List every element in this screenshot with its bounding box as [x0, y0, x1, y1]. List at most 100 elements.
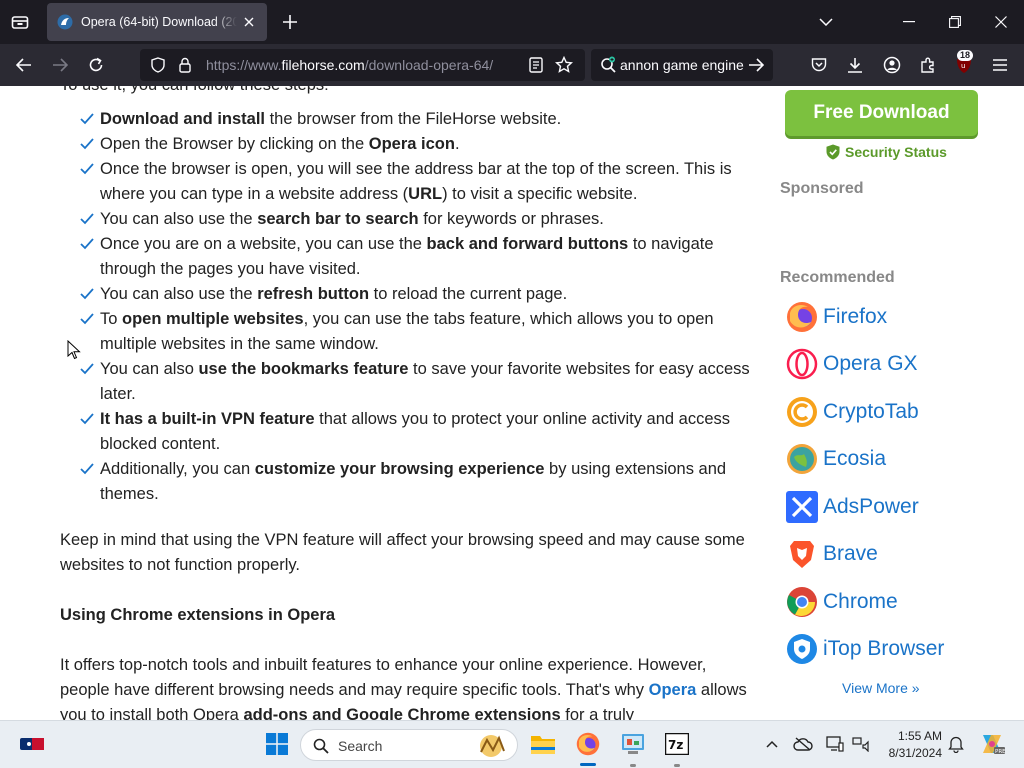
search-icon — [313, 738, 329, 759]
account-icon[interactable] — [880, 53, 904, 77]
display-settings-icon[interactable] — [824, 731, 846, 757]
pocket-icon[interactable] — [807, 53, 831, 77]
web-page: To use it, you can follow these steps: D… — [0, 86, 1024, 720]
go-arrow-icon[interactable] — [748, 58, 765, 77]
search-engine-icon[interactable] — [600, 56, 618, 79]
section-heading: Using Chrome extensions in Opera — [60, 606, 336, 624]
cryptotab-icon — [787, 397, 817, 427]
browser-toolbar: https://www.filehorse.com/download-opera… — [0, 44, 1024, 86]
active-app-indicator — [580, 763, 596, 766]
security-status-label: Security Status — [845, 144, 947, 160]
taskbar-search-placeholder[interactable]: Search — [338, 738, 382, 754]
file-explorer-icon[interactable] — [530, 731, 556, 757]
windows-start-icon[interactable] — [264, 731, 290, 757]
checkmark-icon — [80, 363, 94, 375]
recommended-item-itop-browser[interactable]: iTop Browser — [786, 633, 944, 665]
clock-time: 1:55 AM — [897, 729, 942, 743]
search-box[interactable]: annon game engine — [591, 49, 773, 81]
clock-date: 8/31/2024 — [888, 746, 942, 760]
new-tab-plus-icon[interactable] — [279, 11, 301, 33]
chrome-extensions-paragraph: It offers top-notch tools and inbuilt fe… — [60, 656, 747, 720]
recommended-item-brave[interactable]: Brave — [786, 538, 878, 570]
step-item: It has a built-in VPN feature that allow… — [80, 407, 752, 457]
free-download-button[interactable]: Free Download — [785, 90, 978, 136]
bookmark-star-icon[interactable] — [554, 55, 574, 79]
step-item: Open the Browser by clicking on the Oper… — [80, 132, 752, 157]
step-item: To open multiple websites, you can use t… — [80, 307, 752, 357]
close-window-icon[interactable] — [989, 10, 1013, 34]
steps-intro: To use it, you can follow these steps: — [60, 86, 329, 98]
svg-text:PRE: PRE — [995, 749, 1005, 755]
network-sound-icon[interactable] — [850, 731, 872, 757]
running-app-dot — [674, 764, 680, 767]
copilot-icon[interactable]: PRE — [978, 731, 1006, 757]
7zip-icon[interactable]: 7z — [664, 731, 690, 757]
checkmark-icon — [80, 113, 94, 125]
running-app-dot — [630, 764, 636, 767]
mlb-widget-icon[interactable] — [20, 731, 44, 757]
reload-icon[interactable] — [84, 53, 108, 77]
browser-tab-bar: Opera (64-bit) Download (2024 — [0, 0, 1024, 44]
system-clock[interactable]: 1:55 AM 8/31/2024 — [880, 728, 942, 762]
lock-icon[interactable] — [179, 57, 191, 78]
url-text[interactable]: https://www.filehorse.com/download-opera… — [206, 57, 493, 73]
vpn-note-paragraph: Keep in mind that using the VPN feature … — [60, 531, 745, 574]
checkmark-icon — [80, 238, 94, 250]
step-item: Once the browser is open, you will see t… — [80, 157, 752, 207]
control-panel-icon[interactable] — [620, 731, 646, 757]
chrome-icon — [787, 587, 817, 617]
firefox-taskbar-icon[interactable] — [575, 731, 601, 757]
checkmark-icon — [80, 138, 94, 150]
security-status-link[interactable]: Security Status — [826, 144, 947, 160]
tab-overflow-chevron-icon[interactable] — [814, 10, 838, 34]
tab-title: Opera (64-bit) Download (2024 — [81, 15, 237, 29]
search-highlight-icon — [471, 732, 511, 765]
mouse-cursor-icon — [67, 340, 81, 360]
filehorse-favicon-icon — [57, 14, 73, 30]
recommended-item-opera-gx[interactable]: Opera GX — [786, 348, 918, 380]
windows-taskbar: Search 7z 1:55 AM 8/31/2024 PRE — [0, 720, 1024, 768]
checkmark-icon — [80, 413, 94, 425]
itop-browser-icon — [787, 634, 817, 664]
steps-list: Download and install the browser from th… — [80, 107, 752, 507]
forward-arrow-icon[interactable] — [48, 53, 72, 77]
step-item: You can also use the bookmarks feature t… — [80, 357, 752, 407]
checkmark-icon — [80, 313, 94, 325]
step-item: Once you are on a website, you can use t… — [80, 232, 752, 282]
restore-window-icon[interactable] — [943, 10, 967, 34]
tracking-protection-shield-icon[interactable] — [151, 57, 165, 78]
opera-link[interactable]: Opera — [649, 681, 697, 699]
back-arrow-icon[interactable] — [12, 53, 36, 77]
show-hidden-icons-chevron-icon[interactable] — [762, 731, 782, 757]
sponsored-heading: Sponsored — [780, 180, 864, 197]
checkmark-icon — [80, 163, 94, 175]
checkmark-icon — [80, 463, 94, 475]
hamburger-menu-icon[interactable] — [988, 53, 1012, 77]
step-item: Additionally, you can customize your bro… — [80, 457, 752, 507]
checkmark-icon — [80, 288, 94, 300]
minimize-window-icon[interactable] — [897, 10, 921, 34]
onedrive-offline-icon[interactable] — [792, 731, 814, 757]
firefox-icon — [787, 302, 817, 332]
recommended-item-cryptotab[interactable]: CryptoTab — [786, 396, 919, 428]
search-query-text[interactable]: annon game engine — [620, 57, 744, 73]
adspower-icon — [786, 491, 818, 523]
step-item: Download and install the browser from th… — [80, 107, 752, 132]
view-more-link[interactable]: View More » — [842, 680, 920, 696]
address-bar[interactable]: https://www.filehorse.com/download-opera… — [140, 49, 585, 81]
verified-shield-icon — [826, 144, 840, 160]
recommended-item-ecosia[interactable]: Ecosia — [786, 443, 886, 475]
close-tab-icon[interactable] — [241, 14, 257, 30]
downloads-icon[interactable] — [843, 53, 867, 77]
recommended-item-firefox[interactable]: Firefox — [786, 301, 887, 333]
recommended-item-adspower[interactable]: AdsPower — [786, 491, 919, 523]
extensions-puzzle-icon[interactable] — [916, 53, 940, 77]
reader-view-icon[interactable] — [529, 57, 543, 78]
list-all-tabs-icon[interactable] — [8, 10, 32, 34]
tab-opera-download[interactable]: Opera (64-bit) Download (2024 — [47, 3, 267, 41]
taskbar-search-box[interactable]: Search — [300, 729, 518, 761]
opera-gx-icon — [786, 348, 818, 380]
notification-bell-icon[interactable] — [945, 731, 967, 757]
recommended-item-chrome[interactable]: Chrome — [786, 586, 898, 618]
ecosia-icon — [787, 444, 817, 474]
